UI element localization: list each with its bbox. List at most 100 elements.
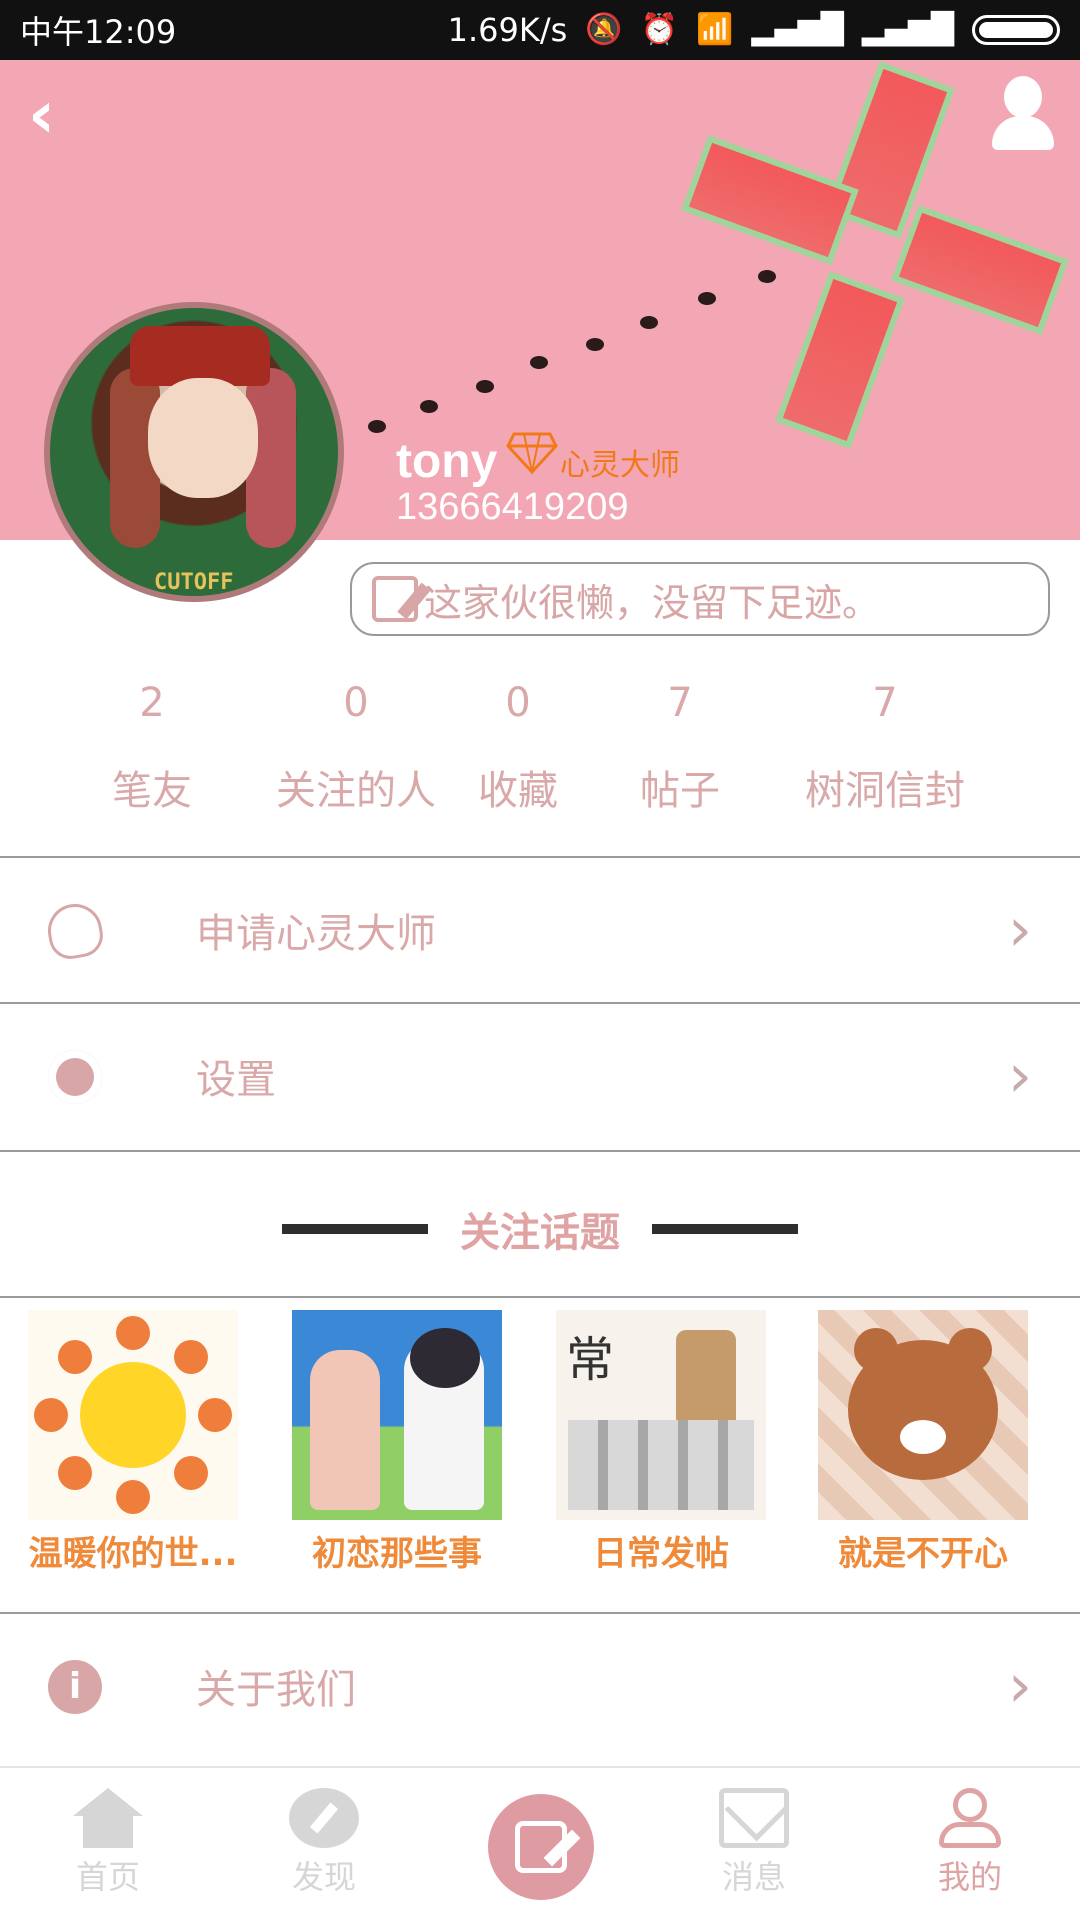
user-icon-head <box>953 1788 987 1822</box>
battery-icon <box>972 15 1060 45</box>
anime-girl <box>310 1350 380 1510</box>
username: tony <box>396 435 498 488</box>
stat-penpals[interactable]: 2 笔友 <box>92 680 212 816</box>
sun-ray <box>116 1480 150 1514</box>
home-roof <box>73 1788 143 1816</box>
profile-button[interactable] <box>988 76 1058 152</box>
stat-label: 树洞信封 <box>805 768 965 814</box>
edit-icon <box>372 576 418 622</box>
settings-label: 设置 <box>196 1057 276 1103</box>
sun-ray <box>174 1340 208 1374</box>
stats-bar: 2 笔友 0 关注的人 0 收藏 7 帖子 7 树洞信封 <box>0 680 1080 850</box>
about-us-label: 关于我们 <box>196 1667 356 1713</box>
home-base <box>83 1816 133 1848</box>
seed <box>698 292 716 305</box>
seed <box>368 420 386 433</box>
network-speed: 1.69K/s <box>447 11 568 49</box>
topic-label: 温暖你的世... <box>28 1534 238 1574</box>
sun-face <box>80 1362 186 1468</box>
status-time: 中午12:09 <box>20 13 177 51</box>
topics-grid: 温暖你的世... 初恋那些事 常 日常发帖 就是不开心 <box>0 1296 1080 1612</box>
topic-card[interactable]: 就是不开心 <box>818 1310 1028 1575</box>
cover-title: 常 <box>566 1332 615 1388</box>
seed <box>758 270 776 283</box>
avatar-hat <box>130 326 270 386</box>
mute-bell-icon: 🔕 <box>585 12 623 47</box>
signal-2-icon: ▂▄▆█ <box>861 12 954 47</box>
apply-master-row[interactable]: 申请心灵大师 › <box>0 856 1080 1002</box>
nav-label: 消息 <box>721 1858 786 1896</box>
divider-right <box>652 1224 798 1234</box>
nav-label: 发现 <box>291 1858 356 1896</box>
signal-icon: ▂▄▆█ <box>751 12 844 47</box>
sun-ray <box>34 1398 68 1432</box>
status-bar: 中午12:09 1.69K/s 🔕 ⏰ 📶 ▂▄▆█ ▂▄▆█ <box>0 0 1080 60</box>
stat-value: 7 <box>667 680 693 726</box>
home-icon <box>73 1788 143 1848</box>
topics-section-header: 关注话题 <box>0 1150 1080 1296</box>
topic-card[interactable]: 常 日常发帖 <box>556 1310 766 1575</box>
about-us-row[interactable]: i 关于我们 › <box>0 1612 1080 1758</box>
nav-messages[interactable]: 消息 <box>694 1788 814 1898</box>
chevron-left-icon: ‹ <box>28 76 56 153</box>
topic-label: 日常发帖 <box>593 1534 729 1574</box>
sun-ray <box>198 1398 232 1432</box>
stat-following[interactable]: 0 关注的人 <box>266 680 446 816</box>
watermelon-piece-bottom <box>775 271 905 449</box>
sun-ray <box>58 1340 92 1374</box>
topic-thumbnail <box>28 1310 238 1520</box>
gear-icon <box>48 1050 102 1104</box>
phone-number: 13666419209 <box>396 486 629 528</box>
nav-label: 我的 <box>937 1858 1002 1896</box>
seed <box>476 380 494 393</box>
stat-label: 收藏 <box>478 768 558 814</box>
anime-boy-hair <box>410 1328 480 1388</box>
topic-card[interactable]: 初恋那些事 <box>292 1310 502 1575</box>
signature-field[interactable]: 这家伙很懒，没留下足迹。 <box>350 562 1050 636</box>
mail-icon <box>719 1788 789 1848</box>
topic-thumbnail <box>818 1310 1028 1520</box>
user-icon <box>935 1788 1005 1848</box>
signature-text: 这家伙很懒，没留下足迹。 <box>424 580 881 625</box>
settings-row[interactable]: 设置 › <box>0 1002 1080 1148</box>
stat-value: 2 <box>139 680 165 726</box>
stat-label: 帖子 <box>640 768 720 814</box>
stat-label: 关注的人 <box>276 768 436 814</box>
stat-label: 笔友 <box>112 768 192 814</box>
topic-card[interactable]: 温暖你的世... <box>28 1310 238 1575</box>
avatar-shirt-print: CUTOFF <box>154 570 234 595</box>
new-post-button[interactable] <box>488 1794 594 1900</box>
stat-value: 7 <box>872 680 898 726</box>
alarm-icon: ⏰ <box>640 12 679 47</box>
seed <box>530 356 548 369</box>
status-indicators: 1.69K/s 🔕 ⏰ 📶 ▂▄▆█ ▂▄▆█ <box>448 11 1060 49</box>
user-icon-body <box>939 1822 1001 1848</box>
diamond-icon <box>506 432 558 474</box>
nav-mine[interactable]: 我的 <box>910 1788 1030 1898</box>
heart-hands-icon <box>43 899 107 963</box>
topic-label: 初恋那些事 <box>312 1534 482 1574</box>
classroom <box>568 1420 754 1510</box>
bear-face <box>848 1340 998 1480</box>
stat-favorites[interactable]: 0 收藏 <box>458 680 578 816</box>
avatar-face <box>148 378 258 498</box>
bear-snout <box>900 1420 946 1454</box>
chevron-right-icon: › <box>1008 895 1032 965</box>
avatar[interactable]: CUTOFF <box>44 302 344 602</box>
info-icon: i <box>48 1660 102 1714</box>
topic-thumbnail: 常 <box>556 1310 766 1520</box>
stat-value: 0 <box>505 680 531 726</box>
topics-title: 关注话题 <box>460 1210 620 1256</box>
topic-thumbnail <box>292 1310 502 1520</box>
deer <box>676 1330 736 1430</box>
wifi-icon: 📶 <box>696 12 734 47</box>
watermelon-piece-left <box>681 135 859 265</box>
back-button[interactable]: ‹ <box>28 80 98 150</box>
stat-envelopes[interactable]: 7 树洞信封 <box>790 680 980 816</box>
user-icon-body <box>992 116 1054 150</box>
stat-posts[interactable]: 7 帖子 <box>620 680 740 816</box>
nav-home[interactable]: 首页 <box>48 1788 168 1898</box>
chevron-right-icon: › <box>1008 1041 1032 1111</box>
nav-discover[interactable]: 发现 <box>264 1788 384 1898</box>
seed <box>420 400 438 413</box>
